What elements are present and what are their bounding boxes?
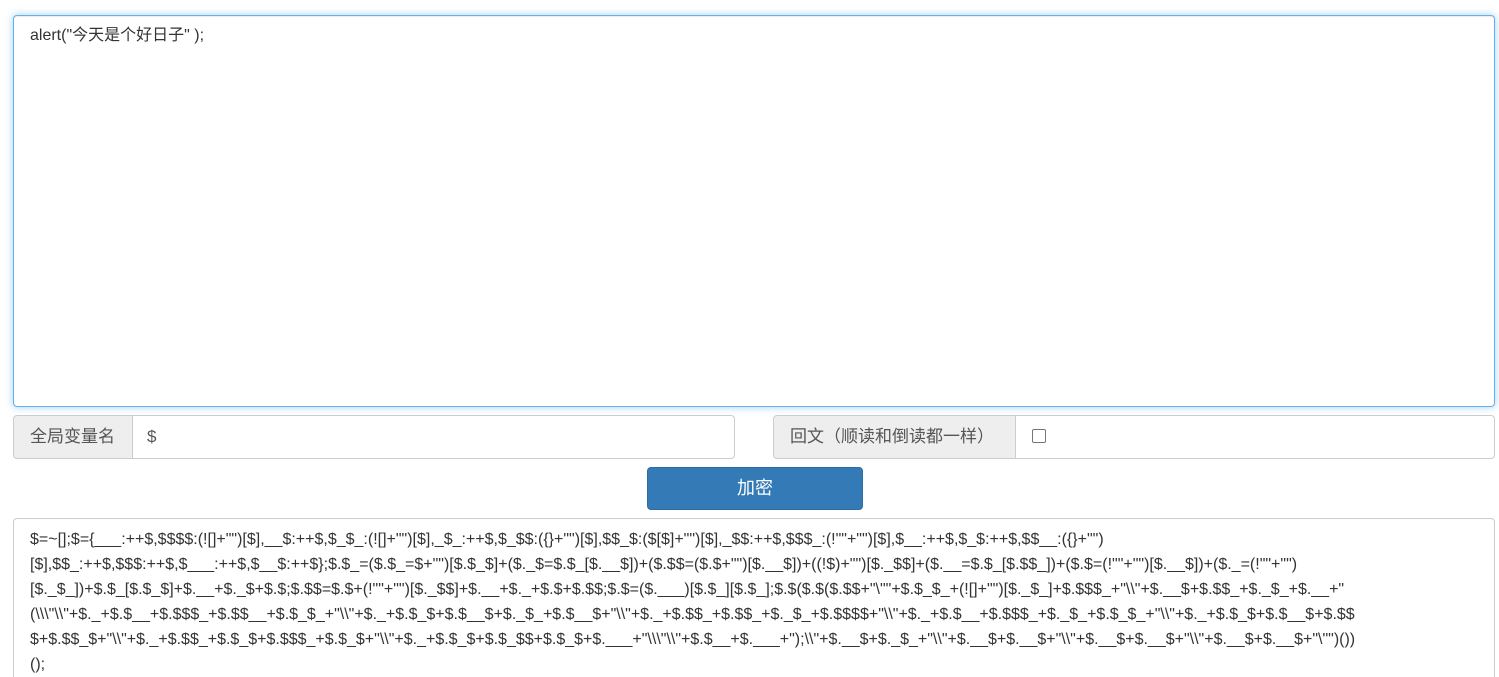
palindrome-checkbox[interactable] bbox=[1032, 429, 1046, 443]
output-line: (\\\"\\"+$._+$.$__+$.$$$_+$.$$__+$.$_$_+… bbox=[30, 606, 1355, 623]
encoder-page: alert("今天是个好日子" ); 全局变量名 $ 回文（顺读和倒读都一样） … bbox=[0, 0, 1499, 677]
global-variable-input[interactable]: $ bbox=[133, 415, 735, 459]
output-line: [$._$_])+$.$_[$.$_$]+$.__+$._$+$.$;$.$$=… bbox=[30, 581, 1345, 598]
output-line: (); bbox=[30, 656, 46, 673]
source-code-textarea[interactable]: alert("今天是个好日子" ); bbox=[13, 15, 1495, 407]
global-variable-label: 全局变量名 bbox=[13, 415, 133, 459]
output-line: $=~[];$={___:++$,$$$$:(![]+"")[$],__$:++… bbox=[30, 531, 1104, 548]
output-line: $+$.$$_$+"\\"+$._+$.$$_+$.$_$+$.$$$_+$.$… bbox=[30, 631, 1356, 648]
output-textarea[interactable]: $=~[];$={___:++$,$$$$:(![]+"")[$],__$:++… bbox=[13, 518, 1495, 677]
palindrome-group: 回文（顺读和倒读都一样） bbox=[773, 415, 1495, 459]
output-line: [$],$$_:++$,$$$:++$,$___:++$,$__$:++$};$… bbox=[30, 556, 1298, 573]
encrypt-button[interactable]: 加密 bbox=[647, 467, 863, 510]
palindrome-field bbox=[1016, 415, 1495, 459]
global-variable-group: 全局变量名 $ bbox=[13, 415, 735, 459]
palindrome-label: 回文（顺读和倒读都一样） bbox=[773, 415, 1016, 459]
